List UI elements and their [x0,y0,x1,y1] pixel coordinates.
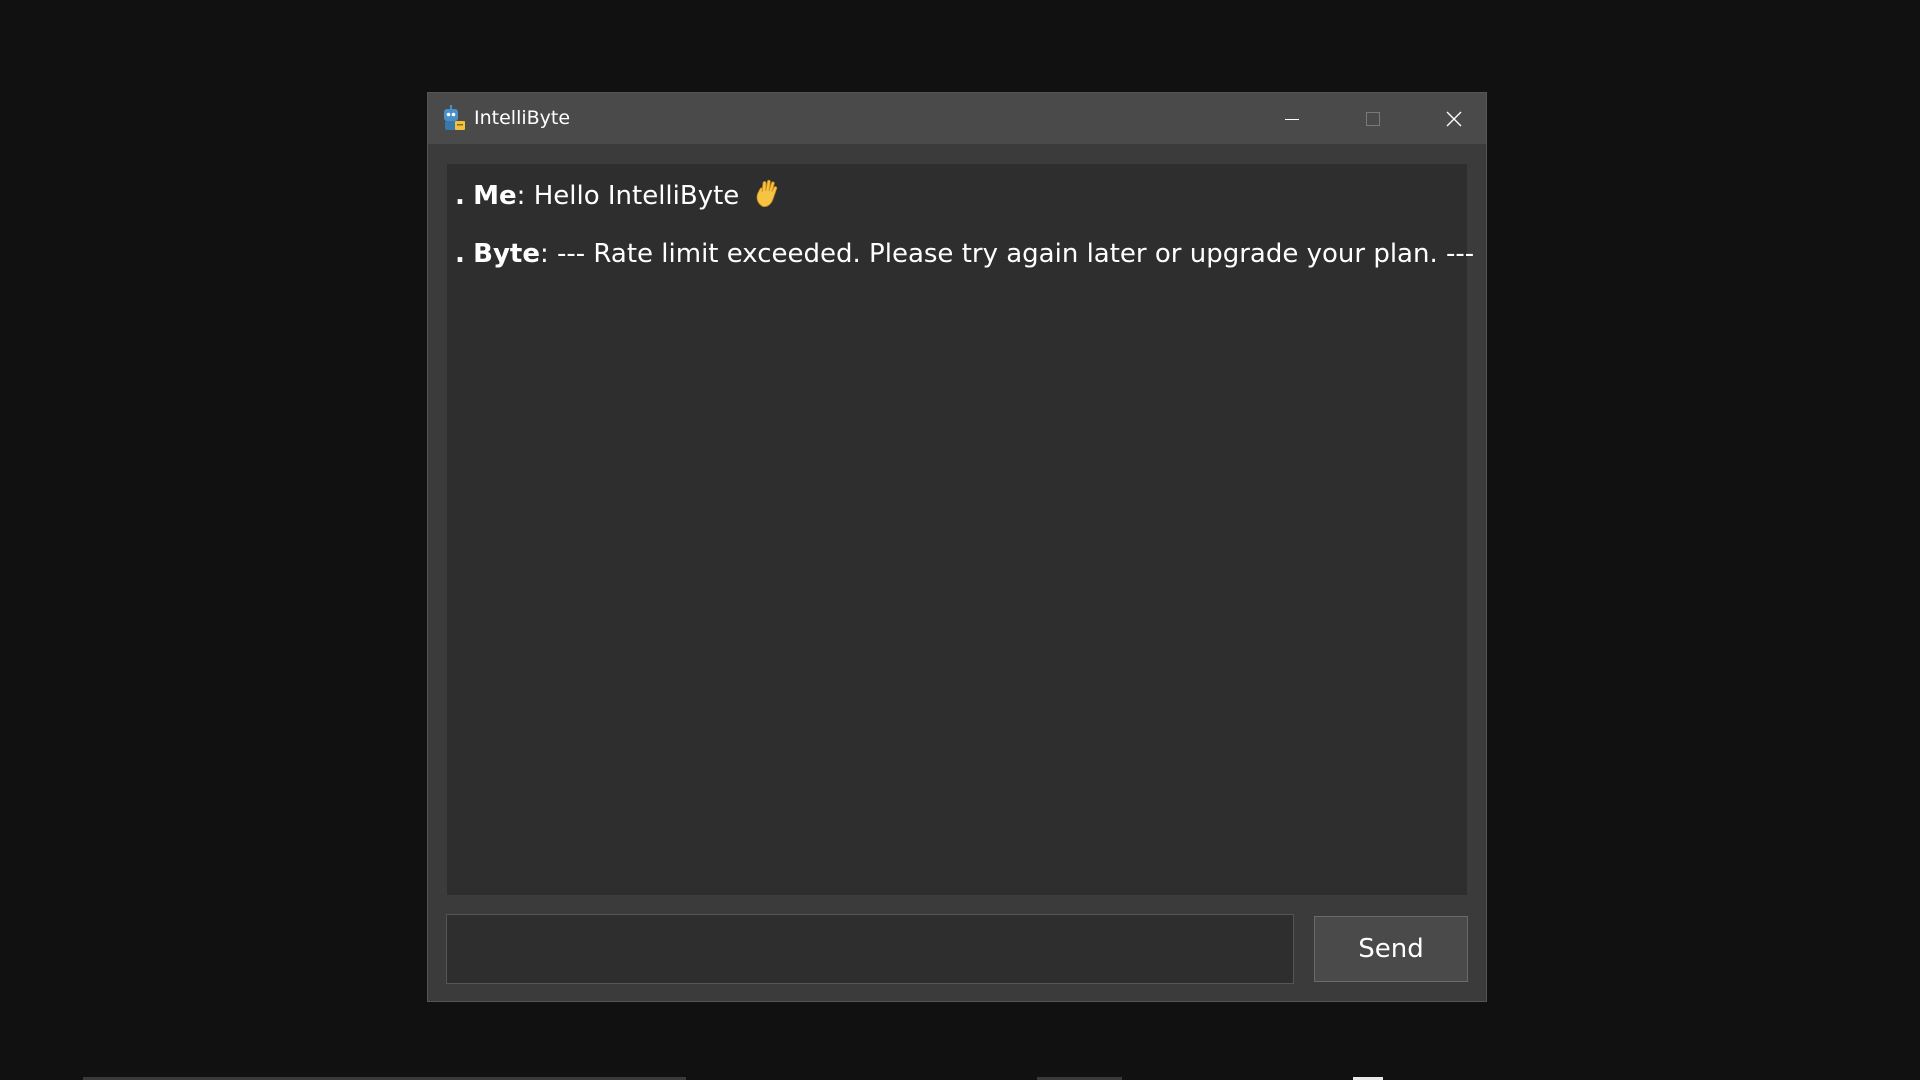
window-title: IntelliByte [474,107,571,129]
message-text: Hello IntelliByte [533,181,740,211]
minimize-icon [1285,118,1299,120]
maximize-button[interactable] [1333,93,1413,144]
chat-message-me: . Me: Hello IntelliByte [455,174,1467,232]
title-bar[interactable]: IntelliByte [428,93,1486,144]
chat-history[interactable]: . Me: Hello IntelliByte . Byte: --- Rate… [447,164,1474,895]
message-separator: : [516,181,526,211]
maximize-icon [1366,111,1380,126]
message-text: --- Rate limit exceeded. Please try agai… [557,239,1475,269]
message-bullet: . [455,239,465,269]
close-icon [1446,111,1462,126]
message-separator: : [539,239,549,269]
message-bullet: . [455,181,465,211]
chat-message-byte: . Byte: --- Rate limit exceeded. Please … [455,232,1474,290]
message-input[interactable] [446,914,1294,984]
robot-app-icon [444,105,465,130]
minimize-button[interactable] [1252,93,1332,144]
intellibyte-window: IntelliByte . Me: Hello IntelliByte . By… [427,92,1487,1002]
close-button[interactable] [1414,93,1494,144]
send-button[interactable]: Send [1314,916,1468,982]
waving-hand-icon [756,179,777,207]
message-sender: Me [473,181,517,211]
message-sender: Byte [473,239,540,269]
